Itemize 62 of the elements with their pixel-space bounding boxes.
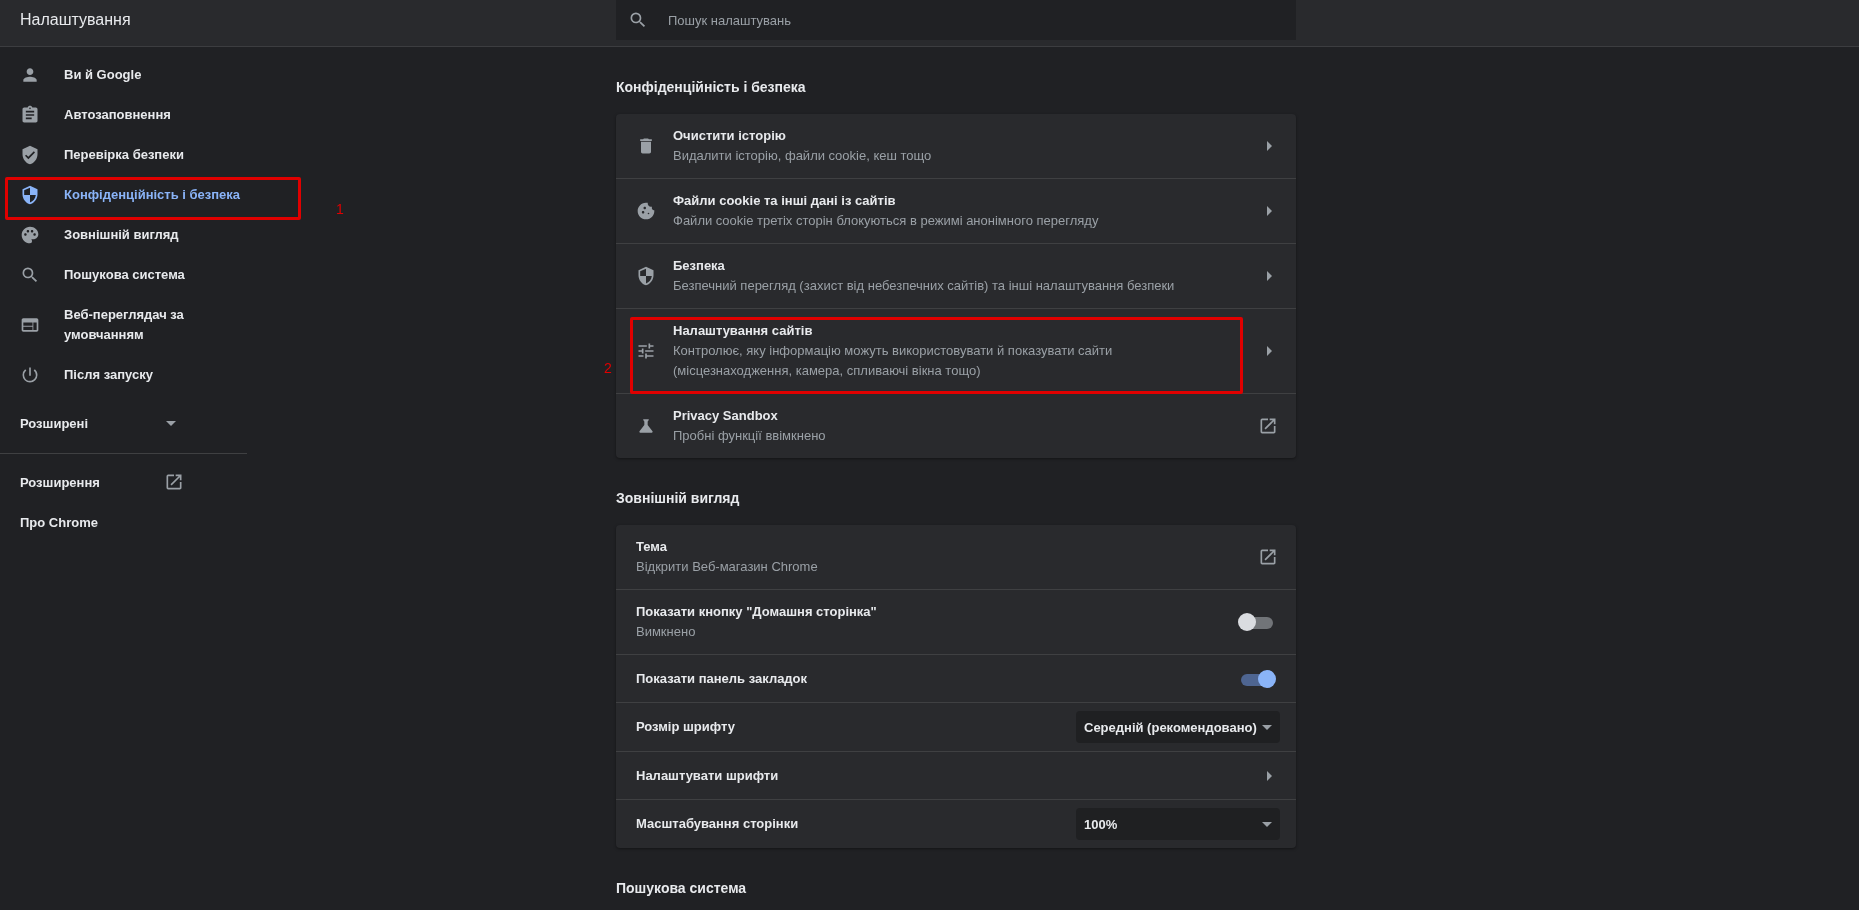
- search-icon: [628, 10, 648, 30]
- browser-window-icon: [20, 315, 40, 335]
- setting-label: Налаштування сайтів: [673, 322, 814, 340]
- sidebar-item[interactable]: Після запуску: [0, 355, 247, 395]
- setting-description: Вимкнено: [636, 623, 697, 641]
- section-title: Пошукова система: [616, 879, 748, 898]
- sidebar-item[interactable]: Автозаповнення: [0, 95, 247, 135]
- setting-label: Показати кнопку "Домашня сторінка": [636, 603, 878, 621]
- setting-label: Налаштувати шрифти: [636, 766, 780, 785]
- search-icon: [20, 265, 40, 285]
- annotation-number: 2: [604, 360, 612, 376]
- arrow-right-icon: [1267, 206, 1272, 216]
- link-label: Про Chrome: [20, 514, 98, 530]
- setting-description: Безпечний перегляд (захист від небезпечних сайтів) та інші налаштування безпеки: [673, 277, 1176, 295]
- sidebar-link[interactable]: Про Chrome: [0, 502, 200, 542]
- section-title: Конфіденційність і безпека: [616, 78, 807, 97]
- setting-label: Очистити історію: [673, 127, 787, 145]
- clipboard-icon: [20, 105, 40, 125]
- shield-icon: [636, 266, 656, 286]
- power-icon: [20, 365, 40, 385]
- page-title: Налаштування: [20, 11, 131, 29]
- external-link-icon[interactable]: [1258, 547, 1278, 567]
- setting-description: Пробні функції ввімкнено: [673, 427, 827, 445]
- flask-icon: [636, 416, 656, 436]
- sidebar-item[interactable]: Зовнішній вигляд: [0, 215, 247, 255]
- external-link-icon[interactable]: [1258, 416, 1278, 436]
- search-field[interactable]: Пошук налаштувань: [616, 0, 1296, 40]
- sidebar-item[interactable]: Ви й Google: [0, 55, 247, 95]
- link-label: Розширення: [20, 474, 100, 490]
- setting-description: Відкрити Веб-магазин Chrome: [636, 558, 819, 576]
- sidebar-item[interactable]: Пошукова система: [0, 255, 247, 295]
- caret-icon: [1262, 821, 1272, 827]
- arrow-right-icon: [1267, 346, 1272, 356]
- setting-label: Розмір шрифту: [636, 718, 736, 736]
- dropdown-select[interactable]: Середній (рекомендовано): [1076, 711, 1280, 743]
- arrow-right-icon: [1267, 770, 1272, 781]
- setting-label: Файли cookie та інші дані із сайтів: [673, 192, 897, 210]
- dropdown-select[interactable]: 100%: [1076, 808, 1280, 840]
- setting-label: Масштабування сторінки: [636, 815, 800, 833]
- setting-label: Тема: [636, 538, 669, 556]
- setting-description: Файли cookie третіх сторін блокуються в режимі анонімного перегляду: [673, 212, 1100, 230]
- caret-icon: [1262, 724, 1272, 730]
- setting-label: Безпека: [673, 257, 726, 275]
- palette-icon: [20, 225, 40, 245]
- shield-icon: [20, 185, 40, 205]
- sidebar-item[interactable]: Веб-переглядач за умовчанням: [0, 295, 247, 355]
- advanced-menu[interactable]: Розширені: [0, 403, 200, 443]
- sidebar-item[interactable]: Конфіденційність і безпека: [0, 175, 247, 215]
- sidebar-link[interactable]: Розширення: [0, 462, 200, 502]
- annotation-number: 1: [336, 201, 344, 217]
- sliders-icon: [636, 341, 656, 361]
- external-link-icon: [164, 472, 184, 492]
- section-title: Зовнішній вигляд: [616, 489, 741, 508]
- setting-label: Показати панель закладок: [636, 669, 809, 688]
- arrow-right-icon: [1267, 271, 1272, 281]
- arrow-right-icon: [1267, 141, 1272, 151]
- setting-description: Видалити історію, файли cookie, кеш тощо: [673, 147, 933, 165]
- setting-description: Контролює, яку інформацію можуть використовувати й показувати сайти (місцезнаходження, камера, спливаючі вікна тощо): [673, 342, 1114, 380]
- cookie-icon: [636, 201, 656, 221]
- sidebar-item[interactable]: Перевірка безпеки: [0, 135, 247, 175]
- shield-check-icon: [20, 145, 40, 165]
- setting-label: Privacy Sandbox: [673, 407, 779, 425]
